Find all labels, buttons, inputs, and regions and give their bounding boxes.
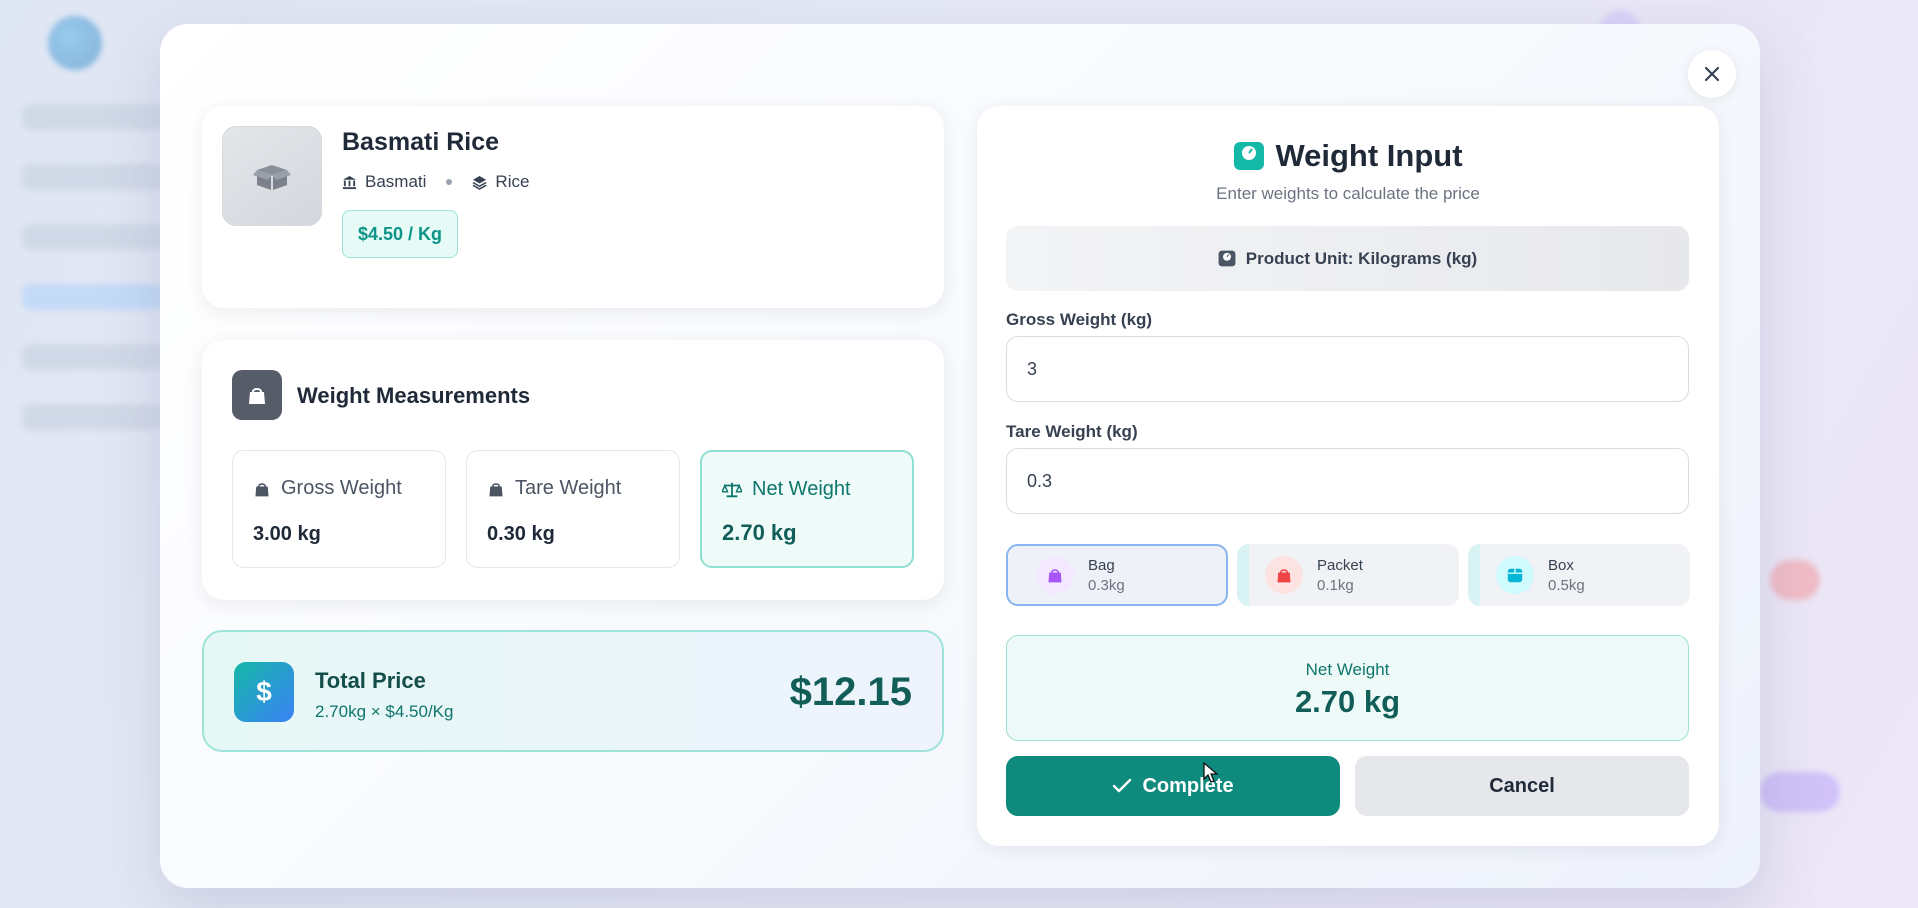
landmark-icon xyxy=(342,175,357,189)
background-nav-item xyxy=(22,404,162,430)
tare-weight-label-text: Tare Weight xyxy=(515,477,622,499)
tare-option-packet[interactable]: Packet 0.1kg xyxy=(1237,544,1459,606)
net-weight-summary-value: 2.70 kg xyxy=(1294,684,1401,719)
tare-option-name: Packet xyxy=(1317,556,1363,574)
cancel-button-label: Cancel xyxy=(1489,774,1555,797)
weight-bag-icon xyxy=(232,370,282,420)
background-nav-item xyxy=(22,284,162,310)
net-weight-label: Net Weight xyxy=(722,478,851,501)
cancel-button[interactable]: Cancel xyxy=(1355,756,1689,816)
background-blob xyxy=(1770,560,1820,600)
mouse-cursor-icon xyxy=(1203,762,1219,783)
scale-icon xyxy=(722,482,742,497)
gross-weight-label: Gross Weight xyxy=(253,477,402,500)
tare-option-weight: 0.3kg xyxy=(1088,576,1125,594)
packet-icon xyxy=(1265,556,1303,594)
gross-weight-field-label: Gross Weight (kg) xyxy=(1006,310,1153,329)
scale-icon xyxy=(1218,250,1236,267)
product-name: Basmati Rice xyxy=(342,128,500,156)
total-price-amount: $12.15 xyxy=(789,670,912,714)
tare-option-accent xyxy=(1237,544,1249,606)
background-blob xyxy=(1760,772,1840,812)
product-unit-bar: Product Unit: Kilograms (kg) xyxy=(1006,226,1689,291)
weight-input-subtitle: Enter weights to calculate the price xyxy=(1216,184,1480,203)
box-icon xyxy=(1496,556,1534,594)
gross-weight-label-text: Gross Weight xyxy=(281,477,402,499)
net-weight-label-text: Net Weight xyxy=(752,478,851,500)
measurements-title: Weight Measurements xyxy=(297,383,531,408)
tare-weight-value: 0.30 kg xyxy=(487,523,555,545)
complete-button-label: Complete xyxy=(1142,774,1234,797)
tare-weight-field-label: Tare Weight (kg) xyxy=(1006,422,1138,441)
weight-input-title-text: Weight Input xyxy=(1275,138,1463,173)
check-icon xyxy=(1113,778,1132,793)
scale-icon xyxy=(1234,142,1265,170)
net-weight-value: 2.70 kg xyxy=(722,520,797,545)
net-weight-box: Net Weight 2.70 kg xyxy=(700,450,914,568)
total-price-card: $ Total Price 2.70kg × $4.50/Kg $12.15 xyxy=(202,630,944,752)
tare-weight-box: Tare Weight 0.30 kg xyxy=(466,450,680,568)
net-weight-summary-label: Net Weight xyxy=(1305,660,1390,679)
tare-option-box[interactable]: Box 0.5kg xyxy=(1468,544,1690,606)
weight-input-title: Weight Input xyxy=(977,138,1719,174)
gross-weight-box: Gross Weight 3.00 kg xyxy=(232,450,446,568)
close-icon xyxy=(1704,66,1720,82)
tare-option-weight: 0.5kg xyxy=(1548,576,1585,594)
background-logo xyxy=(48,16,102,70)
tare-option-accent xyxy=(1468,544,1480,606)
net-weight-summary: Net Weight 2.70 kg xyxy=(1006,635,1689,741)
product-unit-label: Product Unit: Kilograms (kg) xyxy=(1245,248,1478,268)
product-meta: Basmati Rice xyxy=(342,172,529,192)
bag-icon xyxy=(1036,556,1074,594)
weight-input-panel: Weight Input Enter weights to calculate … xyxy=(977,106,1719,846)
gross-weight-input[interactable] xyxy=(1006,336,1689,402)
tare-option-name: Bag xyxy=(1088,556,1115,574)
tare-weight-input[interactable] xyxy=(1006,448,1689,514)
weight-measurements-card: Weight Measurements Gross Weight 3.00 kg… xyxy=(202,340,944,600)
tare-weight-label: Tare Weight xyxy=(487,477,621,500)
background-nav-item xyxy=(22,164,162,190)
dollar-icon: $ xyxy=(234,662,294,722)
background-nav-item xyxy=(22,224,162,250)
product-category: Rice xyxy=(495,172,530,191)
weight-bag-icon xyxy=(255,482,269,496)
product-image xyxy=(222,126,322,226)
background-nav-item xyxy=(22,344,162,370)
separator-dot xyxy=(446,179,453,185)
tare-option-bag[interactable]: Bag 0.3kg xyxy=(1006,544,1228,606)
complete-button[interactable]: Complete xyxy=(1006,756,1340,816)
tare-option-name: Box xyxy=(1548,556,1574,574)
layers-icon xyxy=(472,175,487,190)
background-nav-item xyxy=(22,104,162,130)
total-price-formula: 2.70kg × $4.50/Kg xyxy=(315,702,454,721)
price-badge: $4.50 / Kg xyxy=(342,210,459,258)
tare-option-weight: 0.1kg xyxy=(1317,576,1354,594)
weight-bag-icon xyxy=(489,482,503,496)
product-brand: Basmati xyxy=(365,172,427,191)
close-button[interactable] xyxy=(1688,50,1736,98)
gross-weight-value: 3.00 kg xyxy=(253,523,321,545)
product-card: Basmati Rice Basmati Rice $4.50 / Kg xyxy=(202,106,944,308)
box-open-icon xyxy=(253,165,291,190)
total-price-title: Total Price xyxy=(315,668,426,693)
